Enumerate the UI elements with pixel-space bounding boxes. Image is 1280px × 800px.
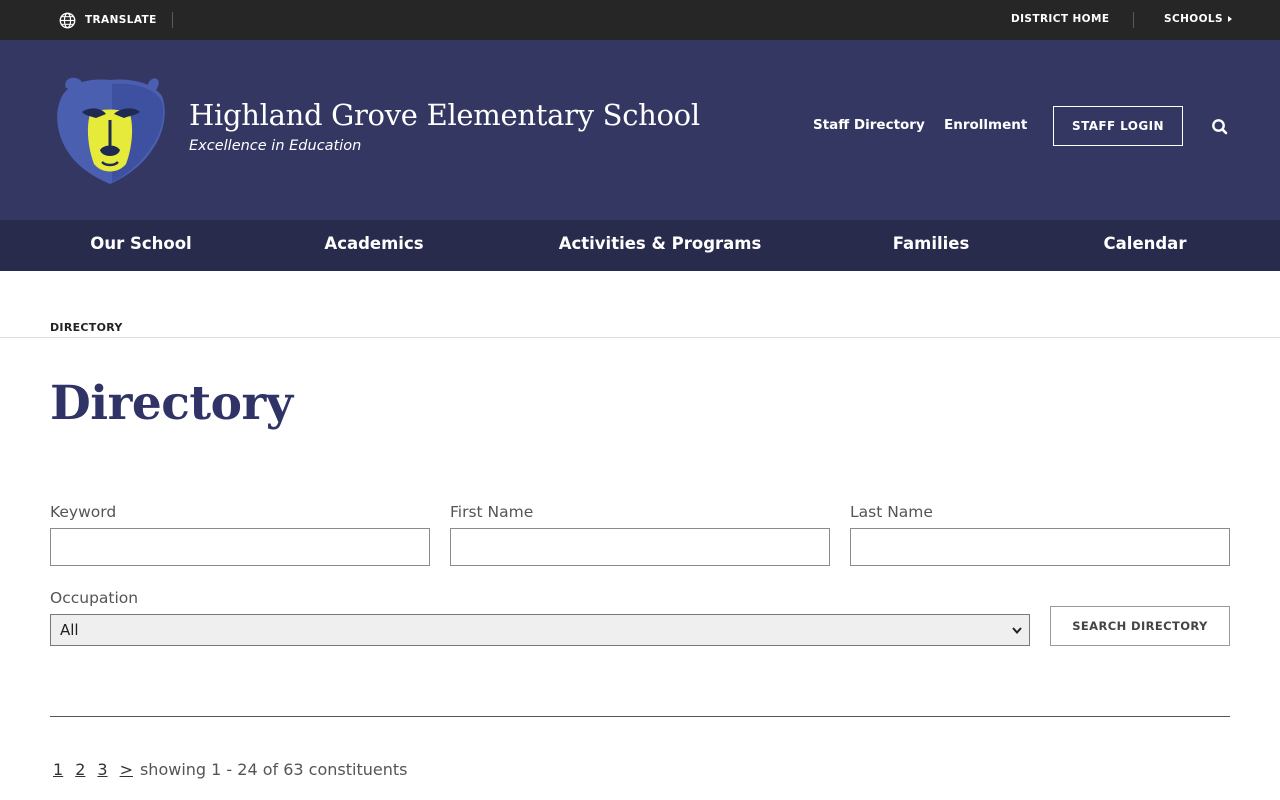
site-header: Highland Grove Elementary School Excelle… (0, 40, 1280, 220)
utility-bar: TRANSLATE DISTRICT HOME SCHOOLS (0, 0, 1280, 40)
chevron-down-icon (1012, 627, 1022, 635)
page-link-2[interactable]: 2 (75, 760, 85, 779)
page-title: Directory (50, 376, 293, 431)
occupation-label: Occupation (50, 589, 139, 607)
nav-our-school[interactable]: Our School (90, 234, 191, 253)
search-directory-button[interactable]: SEARCH DIRECTORY (1050, 606, 1230, 646)
school-name[interactable]: Highland Grove Elementary School (189, 98, 700, 132)
last-name-input[interactable] (850, 528, 1230, 566)
enrollment-link[interactable]: Enrollment (944, 117, 1027, 133)
keyword-label: Keyword (50, 503, 117, 521)
first-name-input[interactable] (450, 528, 830, 566)
results-summary: showing 1 - 24 of 63 constituents (139, 760, 408, 779)
utility-divider (1133, 12, 1134, 28)
pagination: 1 2 3 > showing 1 - 24 of 63 constituent… (53, 760, 407, 779)
breadcrumb: DIRECTORY (50, 321, 123, 334)
nav-calendar[interactable]: Calendar (1104, 234, 1187, 253)
bear-mascot-logo[interactable] (52, 74, 168, 186)
first-name-label: First Name (450, 503, 534, 521)
utility-divider (172, 12, 173, 28)
school-tagline: Excellence in Education (189, 138, 362, 154)
search-icon[interactable] (1210, 117, 1230, 137)
schools-dropdown[interactable]: SCHOOLS (1164, 13, 1232, 25)
next-page-link[interactable]: > (120, 760, 133, 779)
staff-directory-link[interactable]: Staff Directory (813, 117, 925, 133)
keyword-input[interactable] (50, 528, 430, 566)
district-home-link[interactable]: DISTRICT HOME (1011, 13, 1109, 25)
translate-label: TRANSLATE (85, 14, 157, 26)
nav-academics[interactable]: Academics (324, 234, 423, 253)
page-link-3[interactable]: 3 (97, 760, 107, 779)
occupation-select[interactable]: All (50, 614, 1030, 646)
translate-button[interactable]: TRANSLATE (59, 11, 157, 29)
last-name-label: Last Name (850, 503, 933, 521)
caret-right-icon (1227, 16, 1232, 22)
occupation-selected-value: All (60, 621, 79, 639)
nav-families[interactable]: Families (893, 234, 970, 253)
breadcrumb-divider (0, 337, 1280, 338)
results-divider (50, 716, 1230, 717)
staff-login-button[interactable]: STAFF LOGIN (1053, 106, 1183, 146)
globe-icon (59, 12, 76, 28)
page-link-1[interactable]: 1 (53, 760, 63, 779)
main-navigation: Our School Academics Activities & Progra… (0, 220, 1280, 271)
nav-activities-programs[interactable]: Activities & Programs (559, 234, 762, 253)
schools-label: SCHOOLS (1164, 13, 1223, 25)
